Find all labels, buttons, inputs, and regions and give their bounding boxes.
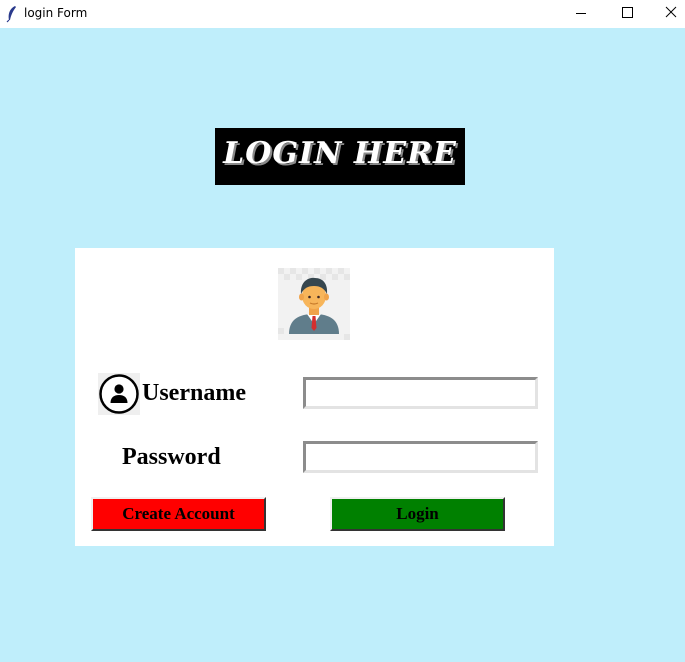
login-panel: Username Password Create Account Login <box>75 248 554 546</box>
window-client-area: LOGIN HERE Username Password Create Acco… <box>0 28 685 662</box>
close-icon[interactable] <box>648 0 685 28</box>
login-button[interactable]: Login <box>330 497 505 531</box>
window-titlebar: login Form <box>0 0 685 28</box>
password-input[interactable] <box>303 441 538 473</box>
login-button-label: Login <box>396 504 439 523</box>
create-account-button-label: Create Account <box>122 504 235 523</box>
create-account-button[interactable]: Create Account <box>91 497 266 531</box>
login-header: LOGIN HERE <box>215 128 465 185</box>
login-header-title: LOGIN HERE <box>223 136 457 171</box>
person-avatar-icon <box>278 268 350 340</box>
password-label: Password <box>122 444 221 470</box>
minimize-icon[interactable] <box>558 0 604 28</box>
username-input[interactable] <box>303 377 538 409</box>
username-label: Username <box>142 380 246 406</box>
user-circle-icon <box>98 373 140 415</box>
maximize-icon[interactable] <box>604 0 650 28</box>
feather-icon <box>5 5 19 23</box>
window-title: login Form <box>24 6 88 20</box>
